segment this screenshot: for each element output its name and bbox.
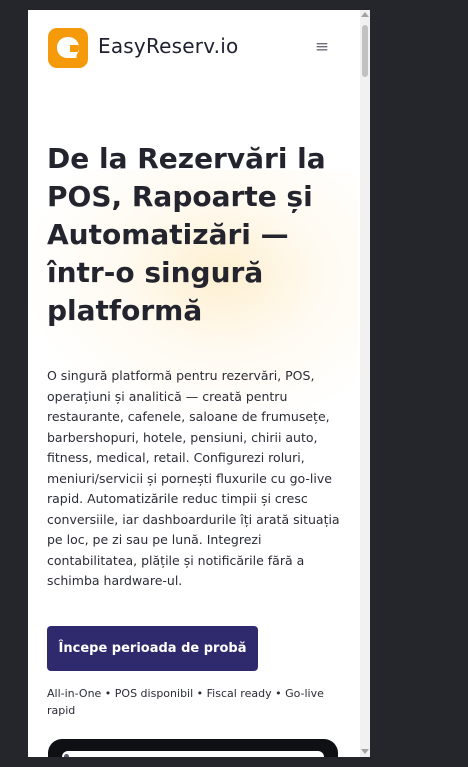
hamburger-menu-icon[interactable]: ≡ [311,36,333,58]
hero-description: O singură platformă pentru rezervări, PO… [47,368,340,588]
hero-title: De la Rezervări la POS, Rapoarte și Auto… [47,142,326,327]
scroll-down-arrow-icon[interactable] [361,749,369,754]
easyreserv-logo-icon[interactable] [48,28,88,68]
brand-name[interactable]: EasyReserv.io [98,34,238,58]
mobile-viewport: EasyReserv.io ≡ De la Rezervări la POS, … [28,10,370,757]
scroll-up-arrow-icon[interactable] [361,12,369,17]
device-mockup [48,739,338,757]
scrollbar-thumb[interactable] [362,25,368,77]
device-camera-icon [64,754,69,757]
site-header: EasyReserv.io ≡ [28,10,370,84]
feature-highlights: All-in-One • POS disponibil • Fiscal rea… [47,687,324,717]
page-scrollbar[interactable] [360,10,370,757]
start-trial-button[interactable]: Începe perioada de probă [47,626,258,671]
device-screen [62,751,324,757]
